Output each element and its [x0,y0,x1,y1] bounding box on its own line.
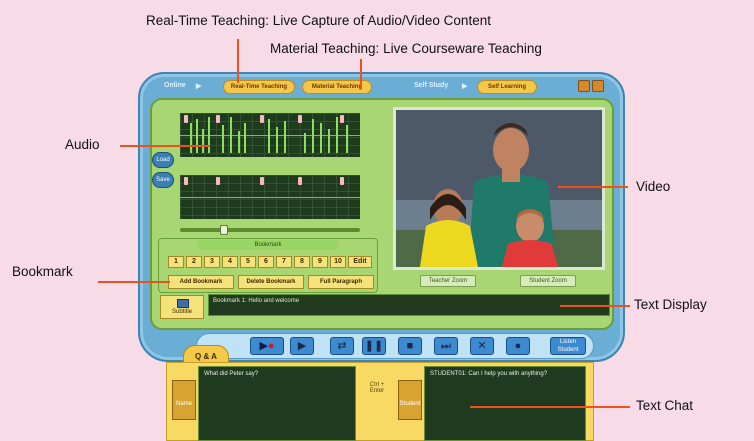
add-bookmark-button[interactable]: Add Bookmark [168,275,234,289]
text-display-annotation: Text Display [634,297,707,312]
student-zoom-button[interactable]: Student Zoom [520,275,576,287]
audio-waveform-upper[interactable] [180,113,360,157]
play-arrow-icon: ▶ [196,83,202,90]
record-button[interactable]: ▶● [250,337,284,355]
text-display-connector [560,305,630,307]
play-icon[interactable]: ▶ [290,337,314,355]
student-icon-label: Student [399,401,421,407]
bookmark-2-button[interactable]: 2 [186,256,202,268]
bookmark-7-button[interactable]: 7 [276,256,292,268]
bookmark-annotation: Bookmark [12,264,73,279]
text-display-box: Bookmark 1: Hello and welcome [208,294,610,316]
bookmark-1-button[interactable]: 1 [168,256,184,268]
subtitle-button-label: Subtitle [171,309,192,315]
play-arrow-icon: ▶ [462,83,468,90]
bookmark-5-button[interactable]: 5 [240,256,256,268]
student-chat-box[interactable]: STUDENT01: Can I help you with anything? [424,366,586,441]
bookmark-connector [98,281,170,283]
delete-bookmark-button[interactable]: Delete Bookmark [238,275,304,289]
teacher-zoom-button[interactable]: Teacher Zoom [420,275,476,287]
video-connector [558,186,628,188]
video-frame-image [396,110,602,267]
pause-icon[interactable]: ❚❚ [362,337,386,355]
realtime-annotation: Real-Time Teaching: Live Capture of Audi… [146,13,491,28]
bookmark-10-button[interactable]: 10 [330,256,346,268]
subtitle-button[interactable]: Subtitle [160,295,204,319]
monitor-icon [177,299,189,308]
bookmark-8-button[interactable]: 8 [294,256,310,268]
next-icon[interactable]: ⏭ [434,337,458,355]
stop-icon[interactable]: ■ [398,337,422,355]
close-icon[interactable] [592,80,604,92]
audio-waveform-lower[interactable] [180,175,360,219]
text-chat-connector [470,406,630,408]
timeline-slider-thumb[interactable] [220,225,228,235]
repeat-icon[interactable]: ⇄ [330,337,354,355]
timeline-slider[interactable] [180,228,360,232]
bookmark-title: Bookmark [198,240,338,250]
question-chat-box[interactable]: What did Peter say? [198,366,356,441]
name-icon-label: Name [175,401,192,407]
load-button[interactable]: Load [152,152,174,168]
audio-connector [120,145,210,147]
save-button[interactable]: Save [152,172,174,188]
bookmark-3-button[interactable]: 3 [204,256,220,268]
audio-annotation: Audio [65,137,100,152]
send-hint-label: Ctrl + Enter [369,382,385,394]
online-label: Online [164,82,186,89]
cross-icon[interactable]: ✕ [470,337,494,355]
material-annotation: Material Teaching: Live Courseware Teach… [270,41,542,56]
name-icon[interactable]: Name [172,380,196,420]
realtime-connector [237,39,239,83]
record-dot-icon[interactable]: ● [506,337,530,355]
bookmark-edit-button[interactable]: Edit [348,256,372,268]
material-connector [360,59,362,89]
bookmark-6-button[interactable]: 6 [258,256,274,268]
video-annotation: Video [636,179,671,194]
realtime-teaching-button[interactable]: Real-Time Teaching [223,80,295,94]
text-chat-annotation: Text Chat [636,398,694,413]
selfstudy-label: Self Study [414,82,449,89]
bookmark-9-button[interactable]: 9 [312,256,328,268]
minimize-icon[interactable] [578,80,590,92]
student-icon[interactable]: Student [398,380,422,420]
full-paragraph-button[interactable]: Full Paragraph [308,275,374,289]
video-display [393,107,605,270]
listen-student-button[interactable]: Listen Student [550,337,586,355]
self-learning-button[interactable]: Self Learning [477,80,537,94]
top-toolbar: Online ▶ Real-Time Teaching Material Tea… [152,77,612,97]
bookmark-4-button[interactable]: 4 [222,256,238,268]
